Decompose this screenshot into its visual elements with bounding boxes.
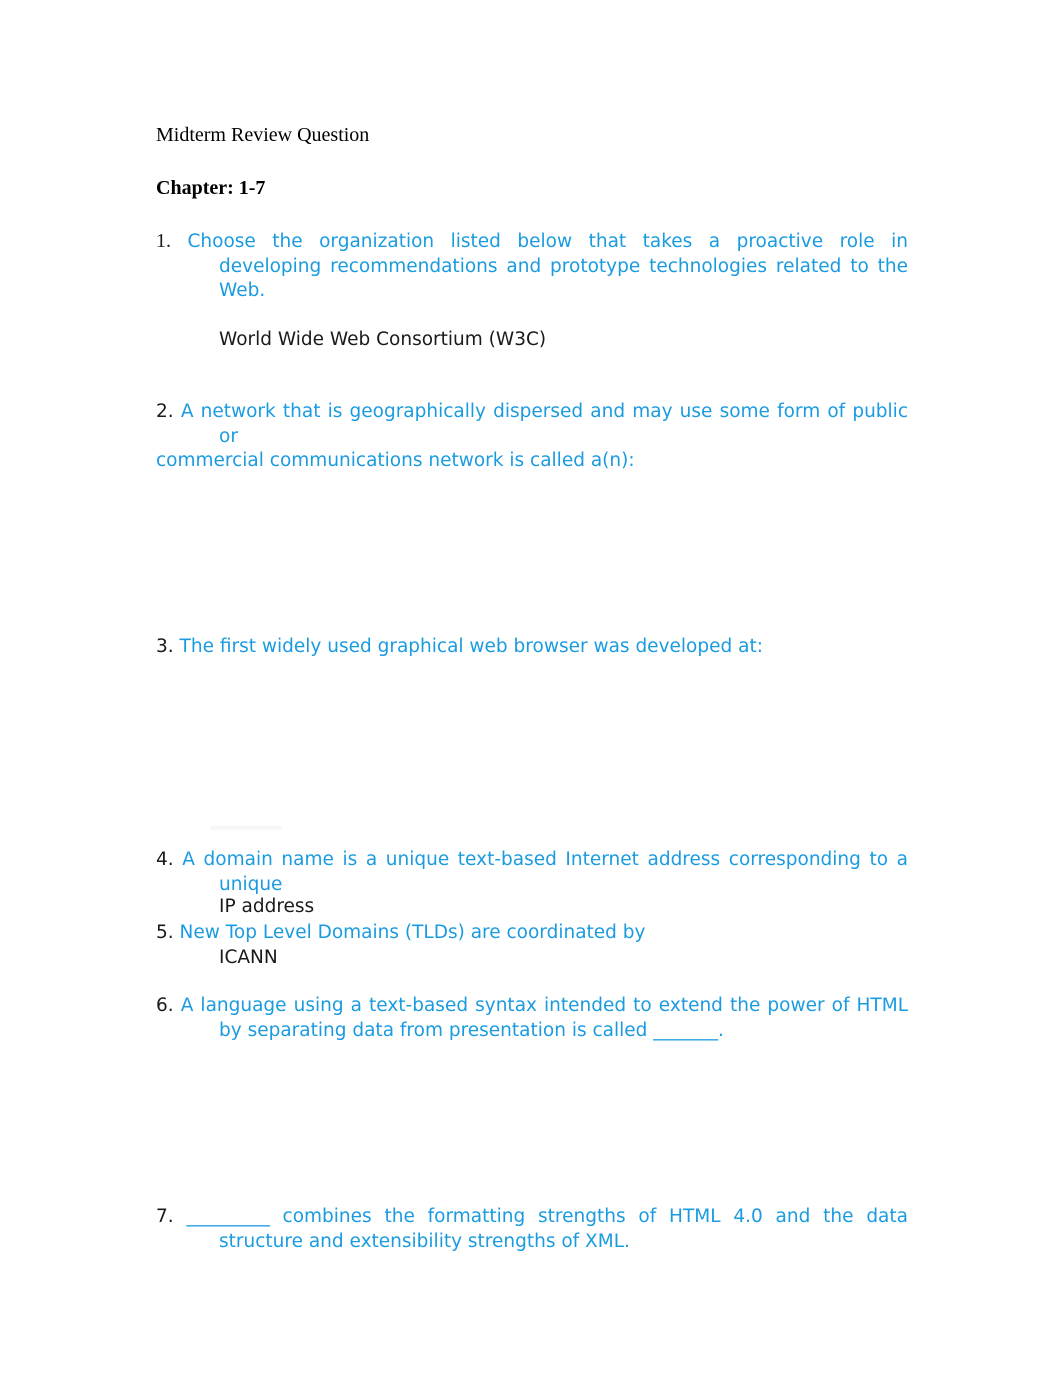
- question-2: 2. A network that is geographically disp…: [156, 400, 908, 474]
- question-1: 1. Choose the organization listed below …: [156, 229, 908, 352]
- question-3-line-1: 3. The first widely used graphical web b…: [156, 636, 763, 657]
- question-7-line-1: 7. _________ combines the formatting str…: [156, 1206, 908, 1227]
- question-4-answer: IP address: [219, 896, 315, 917]
- chapter-heading: Chapter: 1-7: [156, 177, 266, 199]
- question-2-line-3: commercial communications network is cal…: [156, 450, 635, 471]
- question-7: 7. _________ combines the formatting str…: [156, 1205, 908, 1254]
- question-2-line-1: 2. A network that is geographically disp…: [156, 401, 908, 422]
- question-4-line-1: 4. A domain name is a unique text-based …: [156, 849, 908, 870]
- question-1-line-1: 1. Choose the organization listed below …: [156, 230, 908, 252]
- question-7-line-2: structure and extensibility strengths of…: [219, 1230, 630, 1252]
- question-number: 2.: [156, 401, 174, 422]
- question-number: 3.: [156, 636, 174, 657]
- document-page: Midterm Review Question Chapter: 1-7 1. …: [0, 0, 1062, 1377]
- question-number: 7.: [156, 1206, 174, 1227]
- question-1-line-3: Web.: [219, 280, 266, 301]
- question-1-line-2: developing recommendations and prototype…: [219, 255, 908, 277]
- faint-artifact: [210, 826, 282, 832]
- question-number: 4.: [156, 849, 174, 870]
- question-6-line-2: by separating data from presentation is …: [219, 1019, 724, 1041]
- question-4: 4. A domain name is a unique text-based …: [156, 848, 908, 920]
- question-3: 3. The first widely used graphical web b…: [156, 635, 908, 660]
- question-6-line-1: 6. A language using a text-based syntax …: [156, 995, 908, 1016]
- question-5-answer: ICANN: [219, 946, 278, 968]
- question-2-line-2: or: [219, 425, 238, 447]
- document-title: Midterm Review Question: [156, 124, 370, 146]
- question-6: 6. A language using a text-based syntax …: [156, 994, 908, 1043]
- question-number: 5.: [156, 922, 174, 943]
- question-number: 1.: [156, 230, 171, 252]
- question-number: 6.: [156, 995, 174, 1016]
- question-4-line-2: unique: [219, 873, 283, 895]
- question-5-line-1: 5. New Top Level Domains (TLDs) are coor…: [156, 922, 646, 943]
- question-5: 5. New Top Level Domains (TLDs) are coor…: [156, 921, 908, 970]
- question-1-answer: World Wide Web Consortium (W3C): [219, 328, 547, 350]
